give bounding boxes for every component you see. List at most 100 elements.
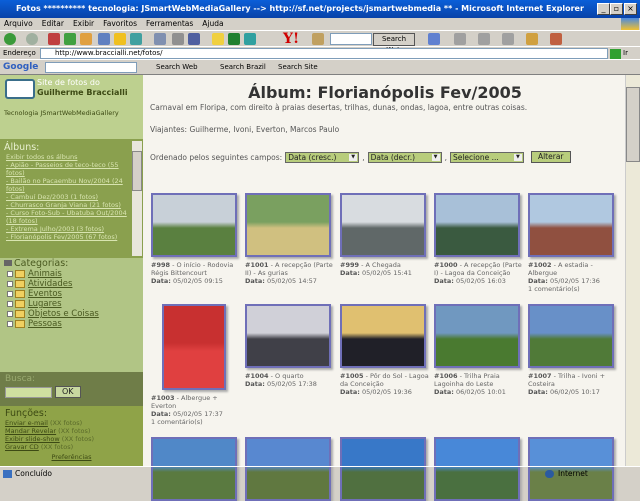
toolbar-icon[interactable] (454, 33, 466, 45)
photo-thumbnail[interactable] (245, 193, 331, 257)
note-icon[interactable] (212, 33, 224, 45)
photo-comments[interactable]: 1 comentário(s) (151, 418, 243, 426)
album-link[interactable]: - Cambuí Dez/2003 (1 fotos) (0, 193, 130, 201)
expand-icon[interactable] (7, 271, 13, 277)
search-icon[interactable] (98, 33, 110, 45)
photo-comments[interactable]: 1 comentário(s) (528, 285, 620, 293)
yahoo-search-input[interactable] (330, 33, 372, 45)
photo-id[interactable]: #1002 (528, 261, 552, 269)
word-icon[interactable] (188, 33, 200, 45)
photo-id[interactable]: #999 (340, 261, 359, 269)
maximize-button[interactable]: ▫ (610, 3, 623, 15)
research-icon[interactable] (244, 33, 256, 45)
preferences-link[interactable]: Preferências (51, 453, 91, 461)
search-ok-button[interactable]: OK (55, 386, 81, 398)
menu-editar[interactable]: Editar (42, 19, 64, 28)
collapse-icon[interactable] (4, 260, 12, 266)
print-icon[interactable] (172, 33, 184, 45)
photo-thumbnail[interactable] (162, 304, 226, 390)
category-link[interactable]: Pessoas (0, 319, 143, 329)
address-input[interactable]: http://www.braccialli.net/fotos/ (40, 48, 608, 59)
pencil-icon[interactable] (312, 33, 324, 45)
google-search-site[interactable]: Search Site (278, 60, 318, 74)
function-link[interactable]: Gravar CD (5, 443, 39, 451)
google-search-brazil[interactable]: Search Brazil (220, 60, 266, 74)
menu-favoritos[interactable]: Favoritos (103, 19, 137, 28)
photo-id[interactable]: #1006 (434, 372, 458, 380)
page-scrollbar[interactable] (625, 75, 640, 467)
category-link[interactable]: Lugares (0, 299, 143, 309)
photo-id[interactable]: #1003 (151, 394, 175, 402)
menu-exibir[interactable]: Exibir (73, 19, 94, 28)
yahoo-search-web-button[interactable]: Search Web (373, 33, 415, 54)
album-link[interactable]: - Bailão no Pacaembu Nov/2004 (24 fotos) (0, 177, 130, 193)
album-link[interactable]: Exibir todos os álbuns (0, 153, 130, 161)
toolbar-icon[interactable] (526, 33, 538, 45)
search-input[interactable] (5, 387, 52, 398)
address-url[interactable]: http://www.braccialli.net/fotos/ (55, 49, 162, 57)
go-button[interactable]: Ir (623, 47, 628, 59)
photo-thumbnail[interactable] (434, 304, 520, 368)
close-button[interactable]: × (624, 3, 637, 15)
forward-icon[interactable] (26, 33, 38, 45)
toolbar-icon[interactable] (428, 33, 440, 45)
photo-thumbnail[interactable] (434, 193, 520, 257)
toolbar-icon[interactable] (550, 33, 562, 45)
yahoo-logo-icon[interactable]: Y! (283, 31, 299, 47)
category-link[interactable]: Eventos (0, 289, 143, 299)
category-link[interactable]: Atividades (0, 279, 143, 289)
expand-icon[interactable] (7, 321, 13, 327)
photo-thumbnail[interactable] (340, 304, 426, 368)
windows-logo-icon (621, 18, 639, 30)
album-link[interactable]: - Apião - Passeios de teco-teco (55 foto… (0, 161, 130, 177)
category-link[interactable]: Objetos e Coisas (0, 309, 143, 319)
messenger-icon[interactable] (228, 33, 240, 45)
photo-id[interactable]: #998 (151, 261, 170, 269)
function-link[interactable]: Mandar Revelar (5, 427, 56, 435)
sort-apply-button[interactable]: Alterar (530, 151, 571, 163)
album-link[interactable]: - Churrasco Granja Viana (21 fotos) (0, 201, 130, 209)
album-link[interactable]: - Florianópolis Fev/2005 (67 fotos) (0, 233, 130, 241)
albums-scrollbar[interactable] (132, 141, 142, 256)
sort-select-3[interactable]: Selecione ... ▼ (449, 151, 524, 163)
mail-icon[interactable] (154, 33, 166, 45)
category-link[interactable]: Animais (0, 269, 143, 279)
photo-id[interactable]: #1000 (434, 261, 458, 269)
photo-thumbnail[interactable] (340, 193, 426, 257)
google-search-input[interactable] (45, 62, 137, 73)
google-search-web[interactable]: Search Web (156, 60, 198, 74)
minimize-button[interactable]: _ (597, 3, 610, 15)
photo-thumbnail[interactable] (528, 193, 614, 257)
function-link[interactable]: Exibir slide-show (5, 435, 60, 443)
tech-link[interactable]: JSmartWebMediaGallery (40, 109, 118, 117)
photo-id[interactable]: #1004 (245, 372, 269, 380)
expand-icon[interactable] (7, 291, 13, 297)
sort-select-1[interactable]: Data (cresc.) ▼ (285, 151, 360, 163)
back-icon[interactable] (4, 33, 16, 45)
expand-icon[interactable] (7, 301, 13, 307)
album-link[interactable]: - Curso Foto-Sub - Ubatuba Out/2004 (18 … (0, 209, 130, 225)
expand-icon[interactable] (7, 311, 13, 317)
toolbar-icon[interactable] (478, 33, 490, 45)
google-logo[interactable]: Google (3, 60, 38, 74)
photo-thumbnail[interactable] (151, 193, 237, 257)
history-icon[interactable] (130, 33, 142, 45)
refresh-icon[interactable] (64, 33, 76, 45)
home-icon[interactable] (80, 33, 92, 45)
photo-thumbnail[interactable] (245, 304, 331, 368)
function-link[interactable]: Enviar e-mail (5, 419, 48, 427)
photo-thumbnail[interactable] (528, 304, 614, 368)
sort-select-2[interactable]: Data (decr.) ▼ (367, 151, 442, 163)
photo-id[interactable]: #1001 (245, 261, 269, 269)
menu-ferramentas[interactable]: Ferramentas (146, 19, 193, 28)
menu-arquivo[interactable]: Arquivo (4, 19, 33, 28)
photo-id[interactable]: #1005 (340, 372, 364, 380)
stop-icon[interactable] (48, 33, 60, 45)
toolbar-icon[interactable] (502, 33, 514, 45)
menu-ajuda[interactable]: Ajuda (202, 19, 223, 28)
album-link[interactable]: - Extrema Julho/2003 (3 fotos) (0, 225, 130, 233)
page-content: Site de fotos do Guilherme Braccialli Tec… (0, 74, 640, 501)
photo-id[interactable]: #1007 (528, 372, 552, 380)
expand-icon[interactable] (7, 281, 13, 287)
favorites-icon[interactable] (114, 33, 126, 45)
